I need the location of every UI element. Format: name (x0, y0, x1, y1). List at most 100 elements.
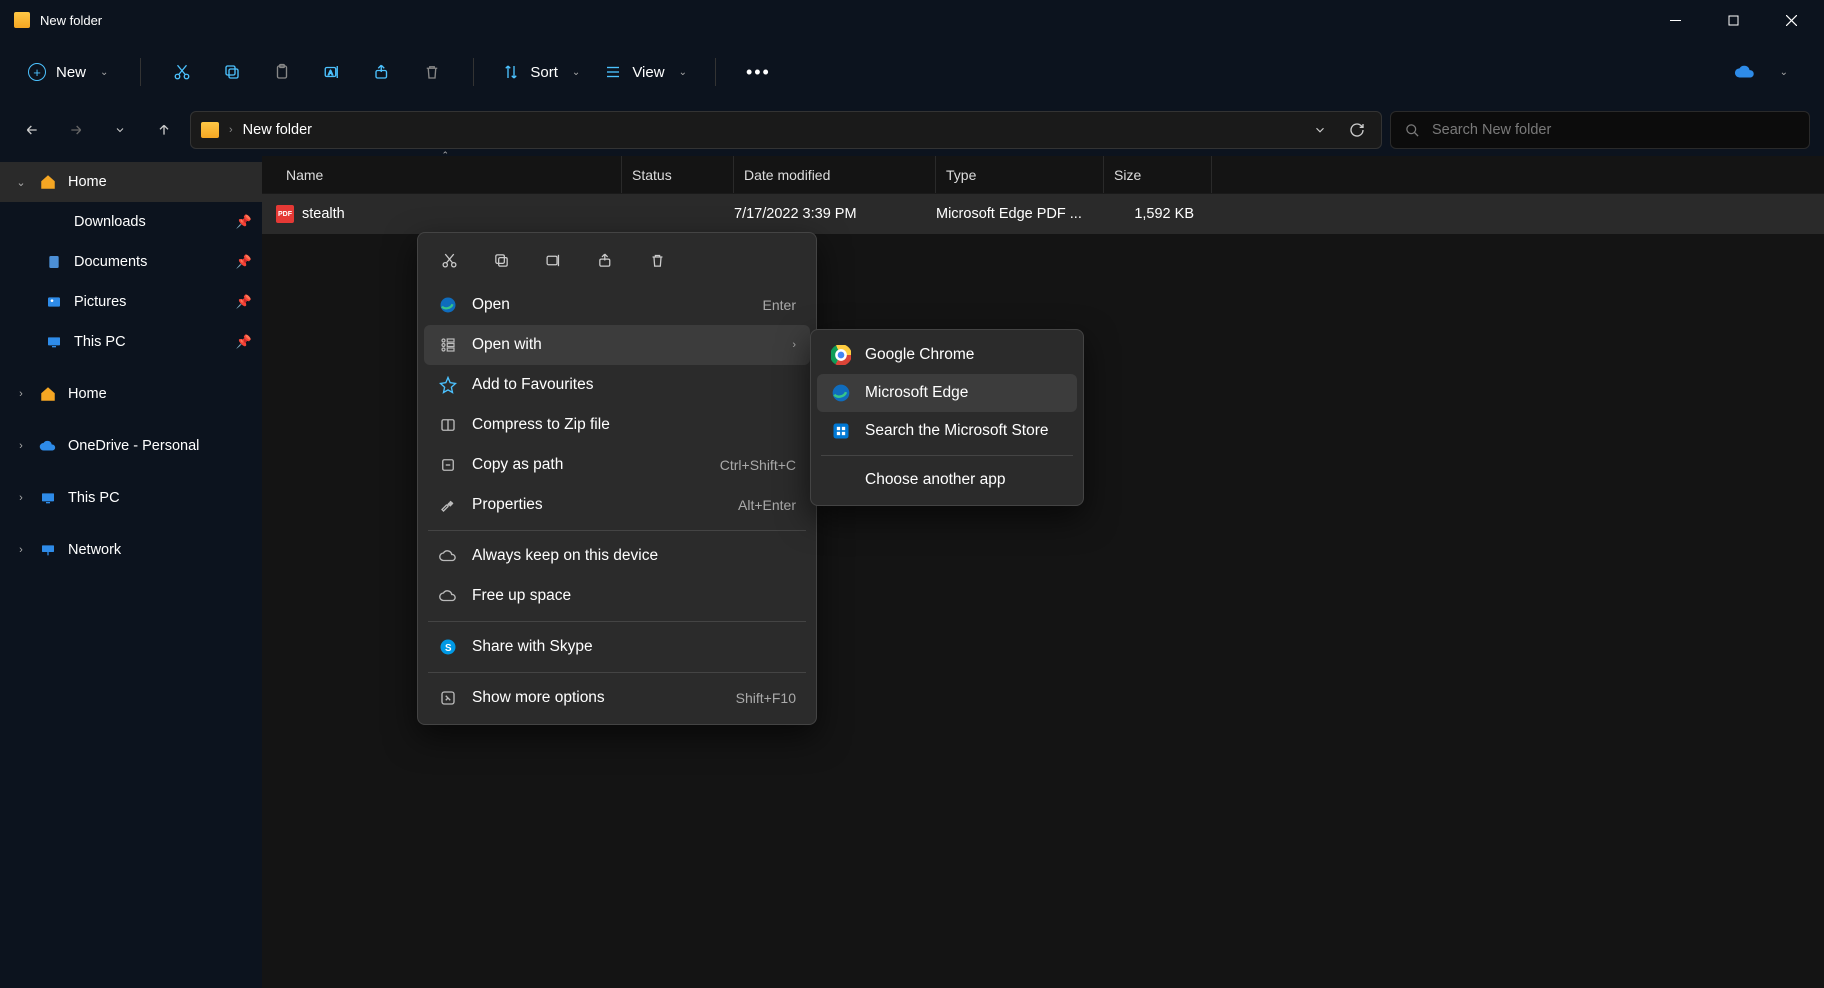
ctx-favourites[interactable]: Add to Favourites (424, 365, 810, 405)
maximize-button[interactable] (1704, 0, 1762, 40)
context-menu: Open Enter Open with › Add to Favourites… (417, 232, 817, 725)
sidebar-item-thispc[interactable]: This PC 📌 (0, 322, 262, 362)
view-button[interactable]: View ⌄ (594, 57, 697, 87)
collapse-icon[interactable]: ⌄ (14, 176, 28, 189)
sort-button[interactable]: Sort ⌄ (492, 57, 590, 87)
open-with-submenu: Google Chrome Microsoft Edge Search the … (810, 329, 1084, 506)
monitor-icon (44, 334, 64, 350)
recent-dropdown[interactable] (102, 112, 138, 148)
search-icon (1405, 123, 1420, 138)
file-row[interactable]: PDF stealth 7/17/2022 3:39 PM Microsoft … (262, 194, 1824, 234)
file-name: stealth (302, 206, 345, 222)
ctx-rename-button[interactable] (530, 243, 576, 277)
minimize-button[interactable] (1646, 0, 1704, 40)
search-placeholder: Search New folder (1432, 122, 1551, 138)
share-button[interactable] (359, 53, 405, 91)
pin-icon[interactable]: 📌 (236, 214, 252, 230)
column-headers: ⌃Name Status Date modified Type Size (262, 156, 1824, 194)
chevron-down-icon: ⌄ (572, 67, 580, 78)
ctx-delete-button[interactable] (634, 243, 680, 277)
breadcrumb[interactable]: New folder (243, 122, 312, 138)
onedrive-icon[interactable] (1734, 64, 1756, 80)
column-type[interactable]: Type (936, 156, 1104, 193)
openwith-store[interactable]: Search the Microsoft Store (817, 412, 1077, 450)
folder-icon (14, 12, 30, 28)
ctx-open[interactable]: Open Enter (424, 285, 810, 325)
copy-button[interactable] (209, 53, 255, 91)
chrome-icon (831, 345, 851, 365)
column-date[interactable]: Date modified (734, 156, 936, 193)
chevron-down-icon: ⌄ (679, 67, 687, 78)
file-size: 1,592 KB (1104, 206, 1212, 222)
sidebar-item-thispc2[interactable]: › This PC (0, 478, 262, 518)
sidebar-label: OneDrive - Personal (68, 438, 199, 454)
pin-icon[interactable]: 📌 (236, 254, 252, 270)
sidebar-label: Documents (74, 254, 147, 270)
ctx-properties[interactable]: Properties Alt+Enter (424, 485, 810, 525)
expand-icon[interactable]: › (14, 544, 28, 556)
more-button[interactable]: ••• (734, 62, 783, 83)
openwith-choose[interactable]: Choose another app (817, 461, 1077, 499)
close-button[interactable] (1762, 0, 1820, 40)
delete-button[interactable] (409, 53, 455, 91)
expand-icon[interactable]: › (14, 440, 28, 452)
file-date: 7/17/2022 3:39 PM (734, 206, 936, 222)
column-status[interactable]: Status (622, 156, 734, 193)
up-button[interactable] (146, 112, 182, 148)
expand-icon[interactable]: › (14, 388, 28, 400)
sidebar-item-home[interactable]: ⌄ Home (0, 162, 262, 202)
address-bar[interactable]: › New folder (190, 111, 1382, 149)
column-size[interactable]: Size (1104, 156, 1212, 193)
column-name[interactable]: ⌃Name (262, 156, 622, 193)
ctx-free-up[interactable]: Free up space (424, 576, 810, 616)
openwith-chrome[interactable]: Google Chrome (817, 336, 1077, 374)
ctx-show-more[interactable]: Show more options Shift+F10 (424, 678, 810, 718)
paste-button[interactable] (259, 53, 305, 91)
ctx-cut-button[interactable] (426, 243, 472, 277)
pdf-icon: PDF (276, 205, 294, 223)
forward-button[interactable] (58, 112, 94, 148)
new-label: New (56, 64, 86, 81)
chevron-right-icon: › (229, 124, 233, 136)
cut-button[interactable] (159, 53, 205, 91)
ctx-share-skype[interactable]: S Share with Skype (424, 627, 810, 667)
ctx-share-button[interactable] (582, 243, 628, 277)
ctx-always-keep[interactable]: Always keep on this device (424, 536, 810, 576)
wrench-icon (438, 496, 458, 514)
ctx-copy-path[interactable]: Copy as path Ctrl+Shift+C (424, 445, 810, 485)
ctx-compress[interactable]: Compress to Zip file (424, 405, 810, 445)
copypath-icon (438, 456, 458, 474)
ctx-copy-button[interactable] (478, 243, 524, 277)
home-icon (38, 173, 58, 191)
sidebar-label: Home (68, 174, 107, 190)
cloud-icon (438, 589, 458, 603)
chevron-down-icon[interactable]: ⌄ (1780, 67, 1788, 78)
refresh-button[interactable] (1343, 122, 1371, 138)
sidebar-item-onedrive[interactable]: › OneDrive - Personal (0, 426, 262, 466)
pin-icon[interactable]: 📌 (236, 334, 252, 350)
network-icon (38, 542, 58, 558)
search-box[interactable]: Search New folder (1390, 111, 1810, 149)
downloads-icon (44, 214, 64, 230)
navigation-pane: ⌄ Home Downloads 📌 Documents 📌 Pictures … (0, 156, 262, 988)
sidebar-item-documents[interactable]: Documents 📌 (0, 242, 262, 282)
new-button[interactable]: + New ⌄ (14, 57, 122, 87)
sort-indicator-icon: ⌃ (442, 150, 450, 161)
svg-text:S: S (445, 643, 452, 654)
ctx-open-with[interactable]: Open with › (424, 325, 810, 365)
back-button[interactable] (14, 112, 50, 148)
openwith-edge[interactable]: Microsoft Edge (817, 374, 1077, 412)
plus-icon: + (28, 63, 46, 81)
rename-button[interactable]: A (309, 53, 355, 91)
sidebar-item-network[interactable]: › Network (0, 530, 262, 570)
command-bar: + New ⌄ A Sort ⌄ View ⌄ ••• ⌄ (0, 40, 1824, 104)
sidebar-item-pictures[interactable]: Pictures 📌 (0, 282, 262, 322)
pictures-icon (44, 294, 64, 310)
sort-icon (502, 63, 520, 81)
expand-icon[interactable]: › (14, 492, 28, 504)
address-dropdown[interactable] (1307, 123, 1333, 137)
sidebar-item-downloads[interactable]: Downloads 📌 (0, 202, 262, 242)
pin-icon[interactable]: 📌 (236, 294, 252, 310)
chevron-down-icon: ⌄ (100, 67, 108, 78)
sidebar-item-home2[interactable]: › Home (0, 374, 262, 414)
